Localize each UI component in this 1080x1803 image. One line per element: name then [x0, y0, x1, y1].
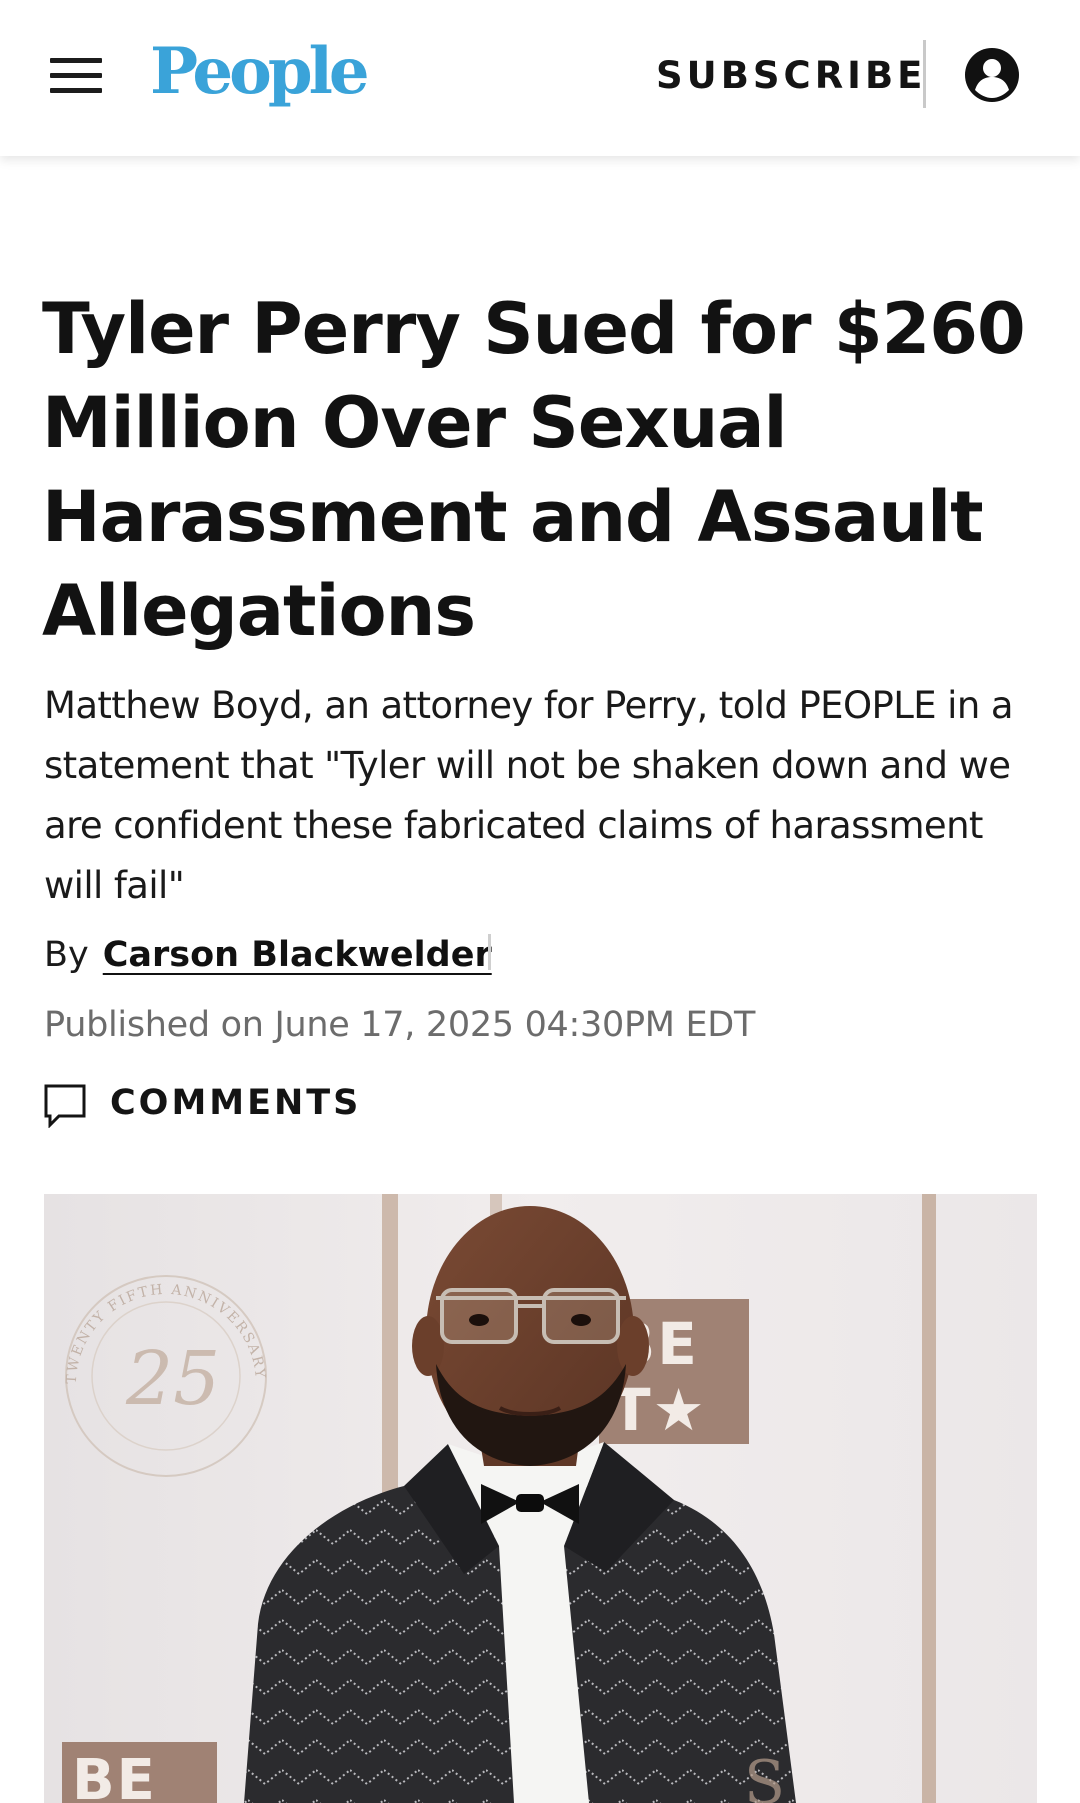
backdrop-letter-partial: S: [744, 1748, 785, 1803]
anniversary-number: 25: [125, 1336, 220, 1422]
subscribe-button[interactable]: SUBSCRIBE: [656, 52, 926, 100]
article-hero-image: TWENTY FIFTH ANNIVERSARY 25 BE T★ BE S: [44, 1194, 1037, 1803]
byline-prefix: By: [44, 935, 89, 975]
comment-icon: [44, 1084, 86, 1128]
published-date: Published on June 17, 2025 04:30PM EDT: [44, 1005, 756, 1045]
backdrop-pillar-right: [922, 1194, 936, 1803]
bet-logo-partial: BE: [62, 1742, 217, 1803]
site-header: People SUBSCRIBE: [0, 0, 1080, 156]
header-divider: [923, 40, 926, 108]
byline-divider: [488, 934, 491, 970]
article-subheadline: Matthew Boyd, an attorney for Perry, tol…: [44, 684, 1014, 907]
hamburger-menu-icon[interactable]: [50, 56, 104, 96]
bet-logo-bottom: T★: [611, 1376, 707, 1444]
article-headline: Tyler Perry Sued for $260 Million Over S…: [42, 288, 1026, 652]
account-icon[interactable]: [963, 46, 1021, 104]
author-link[interactable]: Carson Blackwelder: [103, 935, 492, 975]
byline: By Carson Blackwelder: [44, 930, 492, 980]
comments-label: COMMENTS: [110, 1083, 362, 1123]
people-logo[interactable]: People: [150, 34, 370, 110]
bet-logo-partial-text: BE: [72, 1748, 157, 1803]
